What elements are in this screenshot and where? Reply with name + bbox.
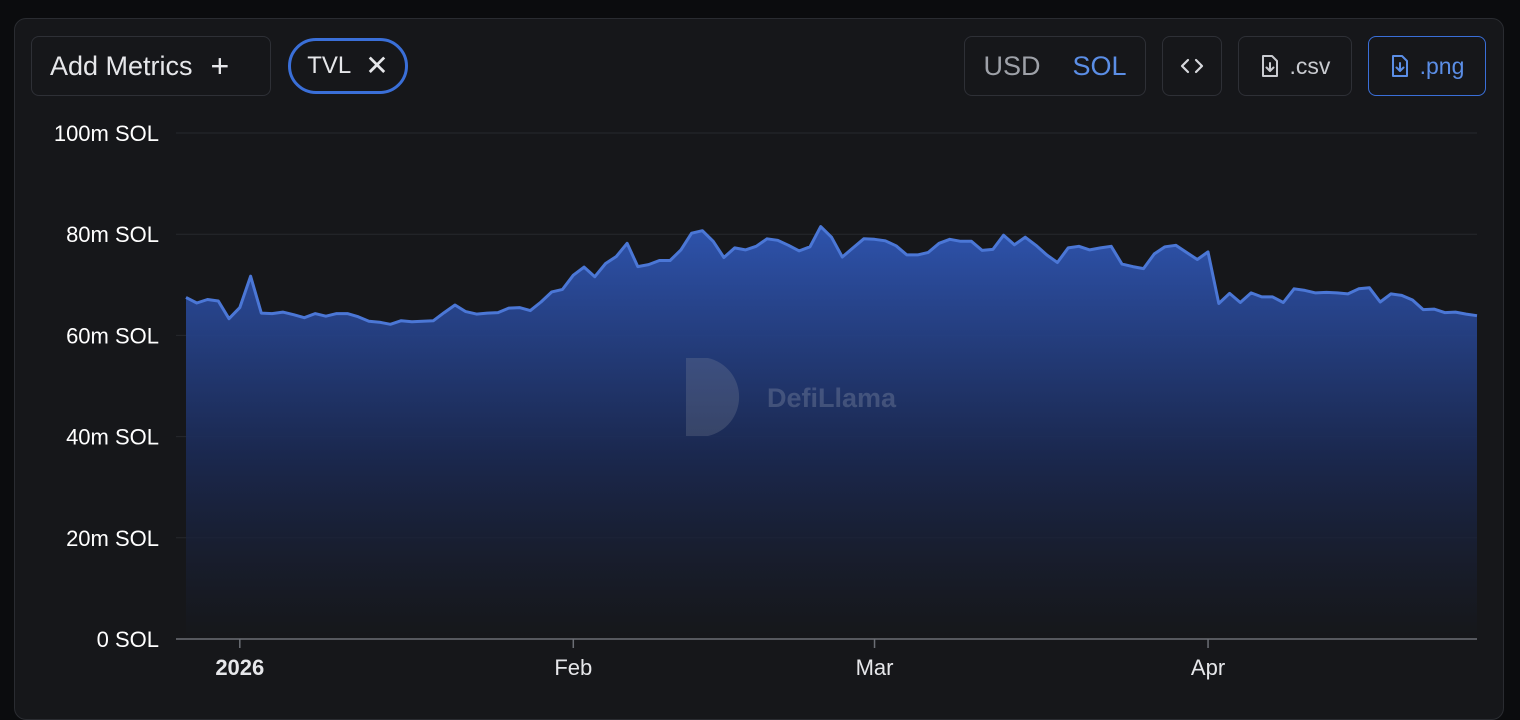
- x-tick-label: Feb: [554, 655, 592, 680]
- y-tick-label: 60m SOL: [66, 323, 159, 348]
- y-axis: 0 SOL 20m SOL 40m SOL 60m SOL 80m SOL 100m SO…: [54, 121, 159, 652]
- x-tick-label: Mar: [856, 655, 894, 680]
- x-axis: 2026 Feb Mar Apr: [176, 638, 1477, 680]
- x-tick-label: Apr: [1191, 655, 1225, 680]
- y-tick-label: 20m SOL: [66, 526, 159, 551]
- watermark-label: DefiLlama: [767, 383, 897, 413]
- x-tick-label: 2026: [215, 655, 264, 680]
- y-tick-label: 40m SOL: [66, 425, 159, 450]
- tvl-area-fill: [186, 226, 1477, 639]
- y-tick-label: 0 SOL: [97, 627, 159, 652]
- y-tick-label: 100m SOL: [54, 121, 159, 146]
- y-tick-label: 80m SOL: [66, 222, 159, 247]
- tvl-area-chart: 0 SOL 20m SOL 40m SOL 60m SOL 80m SOL 100m SO…: [54, 121, 1478, 680]
- area-series: [185, 225, 1478, 639]
